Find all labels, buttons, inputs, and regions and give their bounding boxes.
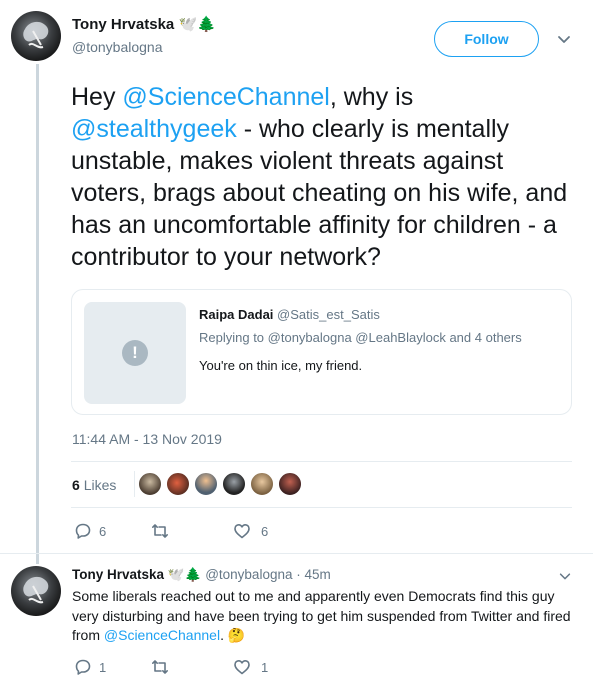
- retweet-icon: [152, 524, 168, 538]
- reply-header: Tony Hrvatska 🕊️🌲 @tonybalogna · 45m: [72, 567, 331, 583]
- replying-prefix: Replying to: [199, 330, 268, 345]
- heart-icon: [234, 660, 250, 675]
- quoted-author[interactable]: Raipa Dadai @Satis_est_Satis: [199, 307, 380, 322]
- chevron-down-icon[interactable]: [558, 569, 572, 583]
- replying-to-handles[interactable]: @tonybalogna @LeahBlaylock: [268, 330, 446, 345]
- reply-button[interactable]: 1: [74, 658, 106, 676]
- author-handle[interactable]: @tonybalogna: [72, 39, 163, 55]
- retweet-button[interactable]: [151, 522, 169, 540]
- tweet-text-part: , why is: [329, 83, 414, 111]
- avatar-image: [23, 576, 49, 604]
- retweet-icon: [152, 660, 168, 674]
- author-avatar[interactable]: [11, 11, 61, 61]
- reply-icon: [75, 659, 91, 675]
- reply-text-part: . 🤔: [220, 627, 246, 643]
- quoted-media-placeholder[interactable]: !: [84, 302, 186, 404]
- reply-author-handle[interactable]: @tonybalogna: [205, 567, 292, 582]
- divider: [71, 507, 572, 508]
- like-count: 1: [261, 659, 269, 675]
- reply-count: 6: [99, 523, 107, 539]
- mention-link[interactable]: @ScienceChannel: [104, 627, 220, 643]
- like-button[interactable]: 6: [233, 522, 268, 540]
- like-button[interactable]: 1: [233, 658, 268, 676]
- reply-button[interactable]: 6: [74, 522, 106, 540]
- quoted-replying-to: Replying to @tonybalogna @LeahBlaylock a…: [199, 330, 522, 345]
- liker-avatar[interactable]: [250, 472, 274, 496]
- thread-line: [36, 64, 39, 564]
- retweet-button[interactable]: [151, 658, 169, 676]
- likes-count: 6: [72, 477, 80, 493]
- mention-link[interactable]: @stealthygeek: [71, 115, 237, 143]
- reply-text: Some liberals reached out to me and appa…: [72, 587, 577, 646]
- likes-label: Likes: [83, 477, 117, 493]
- like-count: 6: [261, 523, 269, 539]
- avatar-image: [23, 21, 49, 49]
- tweet-timestamp[interactable]: 11:44 AM - 13 Nov 2019: [72, 431, 222, 447]
- divider: [71, 461, 572, 462]
- mention-link[interactable]: @ScienceChannel: [122, 83, 329, 111]
- reply-author-emoji: 🕊️🌲: [167, 567, 202, 582]
- alert-icon: !: [122, 340, 148, 366]
- reply-icon: [75, 523, 91, 539]
- liker-divider: [134, 471, 135, 497]
- reply-author-name[interactable]: Tony Hrvatska: [72, 567, 164, 582]
- replying-suffix: and 4 others: [445, 330, 522, 345]
- liker-avatar[interactable]: [138, 472, 162, 496]
- liker-avatar[interactable]: [278, 472, 302, 496]
- author-name[interactable]: Tony Hrvatska 🕊️🌲: [72, 15, 216, 33]
- quoted-name: Raipa Dadai: [199, 307, 274, 322]
- divider: [0, 553, 593, 554]
- likes-summary[interactable]: 6 Likes: [72, 477, 116, 493]
- liker-avatar[interactable]: [222, 472, 246, 496]
- quoted-tweet-card[interactable]: ! Raipa Dadai @Satis_est_Satis Replying …: [71, 289, 572, 415]
- tweet-text: Hey @ScienceChannel, why is @stealthygee…: [71, 81, 571, 273]
- liker-avatars: [134, 471, 324, 497]
- follow-button[interactable]: Follow: [434, 21, 539, 57]
- reply-time[interactable]: · 45m: [296, 567, 331, 582]
- tweet-text-part: Hey: [71, 83, 123, 111]
- heart-icon: [234, 524, 250, 539]
- quoted-handle: @Satis_est_Satis: [277, 307, 380, 322]
- liker-avatar[interactable]: [166, 472, 190, 496]
- reply-author-avatar[interactable]: [11, 566, 61, 616]
- quoted-text: You're on thin ice, my friend.: [199, 358, 363, 373]
- chevron-down-icon[interactable]: [556, 31, 572, 47]
- reply-count: 1: [99, 659, 107, 675]
- author-emoji: 🕊️🌲: [178, 16, 216, 33]
- liker-avatar[interactable]: [194, 472, 218, 496]
